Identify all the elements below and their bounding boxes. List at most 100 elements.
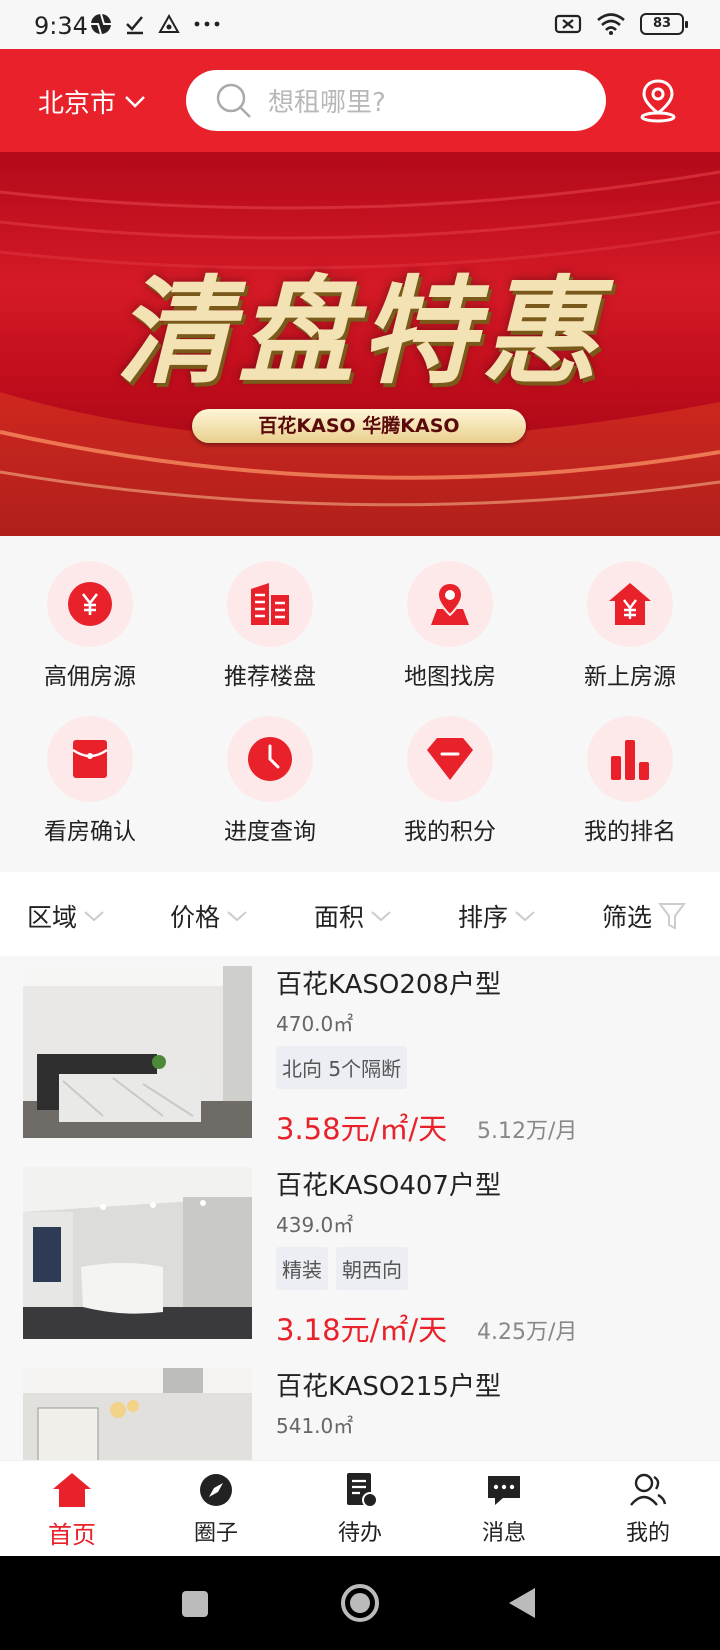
search-input[interactable]: 想租哪里? bbox=[186, 70, 606, 131]
listing-monthly: 5.12万/月 bbox=[477, 1119, 578, 1144]
listing-photo bbox=[23, 966, 252, 1138]
nav-label: 圈子 bbox=[193, 1521, 238, 1546]
more-dots-icon bbox=[194, 21, 220, 27]
nav-label: 首页 bbox=[48, 1521, 96, 1549]
quick-link-viewing-confirm[interactable]: 看房确认 bbox=[0, 716, 180, 846]
filter-bar: 区域 价格 面积 排序 筛选 bbox=[0, 872, 720, 956]
status-bar: 9:34 83 bbox=[0, 0, 720, 49]
quick-link-label: 看房确认 bbox=[44, 819, 136, 845]
quick-link-label: 我的排名 bbox=[584, 819, 676, 845]
aperture-icon bbox=[91, 13, 111, 35]
filter-area[interactable]: 面积 bbox=[314, 898, 392, 934]
todo-list-icon bbox=[347, 1473, 378, 1508]
triangle-back-icon bbox=[509, 1588, 535, 1618]
listing-photo bbox=[23, 1368, 252, 1460]
nav-messages[interactable]: 消息 bbox=[432, 1471, 576, 1547]
quick-link-label: 新上房源 bbox=[584, 664, 676, 690]
nav-home[interactable]: 首页 bbox=[0, 1471, 144, 1550]
nav-label: 待办 bbox=[337, 1521, 382, 1546]
quick-link-label: 地图找房 bbox=[404, 664, 496, 690]
status-time: 9:34 bbox=[34, 12, 88, 40]
banner-title: 清盘特惠 bbox=[116, 264, 604, 400]
nav-label: 我的 bbox=[625, 1521, 670, 1546]
search-icon bbox=[216, 83, 251, 118]
chat-bubble-icon bbox=[488, 1476, 520, 1505]
envelope-icon bbox=[72, 740, 108, 778]
quick-link-map-search[interactable]: 地图找房 bbox=[360, 561, 540, 691]
home-icon bbox=[53, 1473, 91, 1507]
square-icon bbox=[182, 1591, 208, 1617]
city-label: 北京市 bbox=[38, 89, 117, 119]
listing-price: 3.18元/㎡/天 bbox=[276, 1313, 448, 1347]
system-nav-bar bbox=[0, 1556, 720, 1650]
listing-area: 439.0㎡ bbox=[276, 1213, 354, 1237]
compass-icon bbox=[200, 1474, 232, 1506]
filter-label: 面积 bbox=[314, 903, 365, 932]
filter-more[interactable]: 筛选 bbox=[602, 898, 687, 934]
buildings-icon bbox=[251, 583, 289, 625]
filter-sort[interactable]: 排序 bbox=[458, 898, 536, 934]
listing-photo bbox=[23, 1167, 252, 1339]
listing-card[interactable]: 百花KASO407户型 439.0㎡ 精装 朝西向 3.18元/㎡/天 4.25… bbox=[0, 1157, 720, 1358]
nav-mine[interactable]: 我的 bbox=[576, 1471, 720, 1547]
house-yen-icon bbox=[609, 583, 651, 625]
quick-link-label: 推荐楼盘 bbox=[224, 664, 316, 690]
circle-home-icon bbox=[341, 1584, 379, 1622]
quick-link-progress[interactable]: 进度查询 bbox=[180, 716, 360, 846]
nav-label: 消息 bbox=[481, 1521, 526, 1546]
nav-circle[interactable]: 圈子 bbox=[144, 1471, 288, 1547]
quick-link-label: 进度查询 bbox=[224, 819, 316, 845]
filter-label: 价格 bbox=[170, 903, 221, 932]
user-group-icon bbox=[630, 1473, 667, 1506]
quick-link-label: 高佣房源 bbox=[44, 664, 136, 690]
home-system-button[interactable] bbox=[340, 1583, 380, 1627]
listing-price: 3.58元/㎡/天 bbox=[276, 1112, 448, 1146]
yen-coin-icon bbox=[68, 582, 112, 626]
battery-indicator: 83 bbox=[640, 13, 688, 35]
quick-link-recommended[interactable]: 推荐楼盘 bbox=[180, 561, 360, 691]
listing-tags: 北向 5个隔断 bbox=[276, 1046, 408, 1089]
listing-title: 百花KASO208户型 bbox=[276, 970, 501, 1000]
quick-links-grid: 高佣房源 推荐楼盘 地图找房 新上房源 看房确认 进度查询 我的积分 我的排名 bbox=[0, 536, 720, 872]
map-pin-icon bbox=[431, 581, 469, 625]
listing-monthly: 4.25万/月 bbox=[477, 1320, 578, 1345]
wifi-icon bbox=[597, 13, 625, 35]
bottom-nav: 首页 圈子 待办 消息 我的 bbox=[0, 1460, 720, 1556]
back-button[interactable] bbox=[507, 1586, 537, 1624]
city-selector[interactable]: 北京市 bbox=[38, 83, 146, 120]
funnel-icon bbox=[658, 903, 687, 930]
search-placeholder: 想租哪里? bbox=[268, 88, 386, 118]
no-sim-icon bbox=[554, 14, 582, 34]
filter-price[interactable]: 价格 bbox=[170, 898, 248, 934]
check-icon bbox=[126, 16, 143, 35]
chevron-down-icon bbox=[371, 911, 391, 922]
listing-title: 百花KASO407户型 bbox=[276, 1171, 501, 1201]
banner-subtitle: 百花KASO 华腾KASO bbox=[192, 409, 526, 443]
listing-list: 百花KASO208户型 470.0㎡ 北向 5个隔断 3.58元/㎡/天 5.1… bbox=[0, 956, 720, 1460]
listing-area: 541.0㎡ bbox=[276, 1414, 354, 1438]
quick-link-points[interactable]: 我的积分 bbox=[360, 716, 540, 846]
battery-level: 83 bbox=[652, 16, 672, 31]
quick-link-new-listings[interactable]: 新上房源 bbox=[540, 561, 720, 691]
listing-title: 百花KASO215户型 bbox=[276, 1372, 501, 1402]
recents-button[interactable] bbox=[181, 1590, 209, 1622]
quick-link-high-commission[interactable]: 高佣房源 bbox=[0, 561, 180, 691]
location-button[interactable] bbox=[636, 77, 680, 127]
clock-icon bbox=[248, 737, 292, 781]
chevron-down-icon bbox=[515, 911, 535, 922]
nav-todo[interactable]: 待办 bbox=[288, 1471, 432, 1547]
status-system-icons: 83 bbox=[554, 12, 688, 36]
location-pin-icon bbox=[640, 79, 676, 123]
listing-card[interactable]: 百花KASO215户型 541.0㎡ bbox=[0, 1358, 720, 1460]
quick-link-ranking[interactable]: 我的排名 bbox=[540, 716, 720, 846]
chevron-down-icon bbox=[227, 911, 247, 922]
status-notification-icons bbox=[90, 13, 222, 35]
chevron-down-icon bbox=[125, 95, 145, 108]
diamond-icon bbox=[427, 738, 473, 780]
filter-region[interactable]: 区域 bbox=[27, 898, 105, 934]
listing-card[interactable]: 百花KASO208户型 470.0㎡ 北向 5个隔断 3.58元/㎡/天 5.1… bbox=[0, 956, 720, 1157]
listing-tag: 精装 bbox=[276, 1247, 328, 1290]
promo-banner[interactable]: 清盘特惠 百花KASO 华腾KASO bbox=[0, 152, 720, 536]
listing-tags: 精装 朝西向 bbox=[276, 1247, 408, 1290]
filter-label: 排序 bbox=[458, 903, 509, 932]
